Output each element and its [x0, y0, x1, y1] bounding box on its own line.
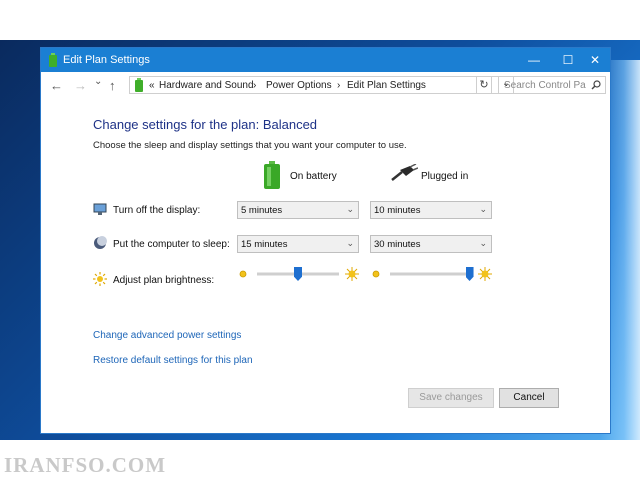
display-battery-dropdown[interactable]: 5 minutes ⌄	[237, 201, 359, 219]
breadcrumb-edit-plan-settings[interactable]: Edit Plan Settings	[347, 80, 426, 91]
up-arrow-icon[interactable]: ↑	[109, 78, 116, 93]
battery-icon	[264, 161, 280, 189]
breadcrumb-power-options[interactable]: Power Options	[266, 80, 332, 91]
breadcrumb-hardware-and-sound[interactable]: Hardware and Sound	[159, 80, 254, 91]
bright-sun-icon	[481, 270, 489, 278]
monitor-icon	[93, 203, 107, 215]
title-bar: Edit Plan Settings — ☐ ✕	[41, 48, 610, 72]
dim-sun-icon	[239, 270, 247, 278]
breadcrumb-separator-icon: ›	[337, 80, 341, 91]
power-plug-icon	[391, 164, 418, 181]
address-bar[interactable]: « Hardware and Sound › Power Options › E…	[129, 76, 514, 94]
search-input[interactable]: Search Control Pa...	[498, 76, 606, 94]
back-arrow-icon[interactable]: ←	[50, 78, 63, 93]
brightness-plugged-track	[372, 267, 492, 281]
page-title: Change settings for the plan: Balanced	[93, 117, 318, 132]
breadcrumb-overflow-icon[interactable]: «	[149, 80, 155, 91]
minimize-button[interactable]: —	[519, 48, 549, 72]
column-plugged-in: Plugged in	[421, 171, 469, 182]
chevron-down-icon: ⌄	[479, 204, 487, 214]
page-description: Choose the sleep and display settings th…	[93, 140, 407, 151]
sleep-label: Put the computer to sleep:	[113, 239, 230, 250]
window-title: Edit Plan Settings	[63, 54, 150, 66]
watermark: IRANFSO.COM	[4, 453, 167, 477]
save-changes-button[interactable]: Save changes	[408, 388, 494, 408]
refresh-icon[interactable]: ↻	[476, 76, 492, 94]
forward-arrow-icon[interactable]: →	[74, 78, 87, 93]
brightness-plugged-slider[interactable]	[372, 264, 492, 284]
edit-plan-window: Edit Plan Settings — ☐ ✕ ← → ⌄ ↑ « Hardw…	[40, 47, 611, 434]
battery-app-icon	[49, 53, 57, 67]
close-button[interactable]: ✕	[580, 48, 610, 72]
address-toolbar: ← → ⌄ ↑ « Hardware and Sound › Power Opt…	[41, 73, 610, 99]
display-plugged-dropdown[interactable]: 10 minutes ⌄	[370, 201, 492, 219]
sleep-plugged-dropdown[interactable]: 30 minutes ⌄	[370, 235, 492, 253]
advanced-power-settings-link[interactable]: Change advanced power settings	[93, 330, 241, 341]
brightness-label: Adjust plan brightness:	[113, 275, 215, 286]
brightness-battery-slider[interactable]	[239, 264, 359, 284]
moon-icon	[94, 236, 107, 249]
display-label: Turn off the display:	[113, 205, 201, 216]
control-panel-icon	[135, 78, 143, 92]
bright-sun-icon	[348, 270, 356, 278]
column-on-battery: On battery	[290, 171, 337, 182]
breadcrumb-separator-icon: ›	[253, 80, 257, 91]
restore-defaults-link[interactable]: Restore default settings for this plan	[93, 355, 253, 366]
dim-sun-icon	[372, 270, 380, 278]
sun-icon	[93, 272, 107, 286]
sleep-battery-dropdown[interactable]: 15 minutes ⌄	[237, 235, 359, 253]
chevron-down-icon: ⌄	[346, 238, 354, 248]
recent-locations-icon[interactable]: ⌄	[94, 76, 102, 87]
maximize-button[interactable]: ☐	[553, 48, 583, 72]
chevron-down-icon: ⌄	[346, 204, 354, 214]
chevron-down-icon: ⌄	[479, 238, 487, 248]
search-placeholder: Search Control Pa...	[504, 80, 586, 91]
cancel-button[interactable]: Cancel	[499, 388, 559, 408]
display-plugged-value: 10 minutes	[374, 205, 421, 216]
sleep-battery-value: 15 minutes	[241, 239, 288, 250]
search-icon	[591, 80, 601, 90]
sleep-plugged-value: 30 minutes	[374, 239, 421, 250]
display-battery-value: 5 minutes	[241, 205, 283, 216]
